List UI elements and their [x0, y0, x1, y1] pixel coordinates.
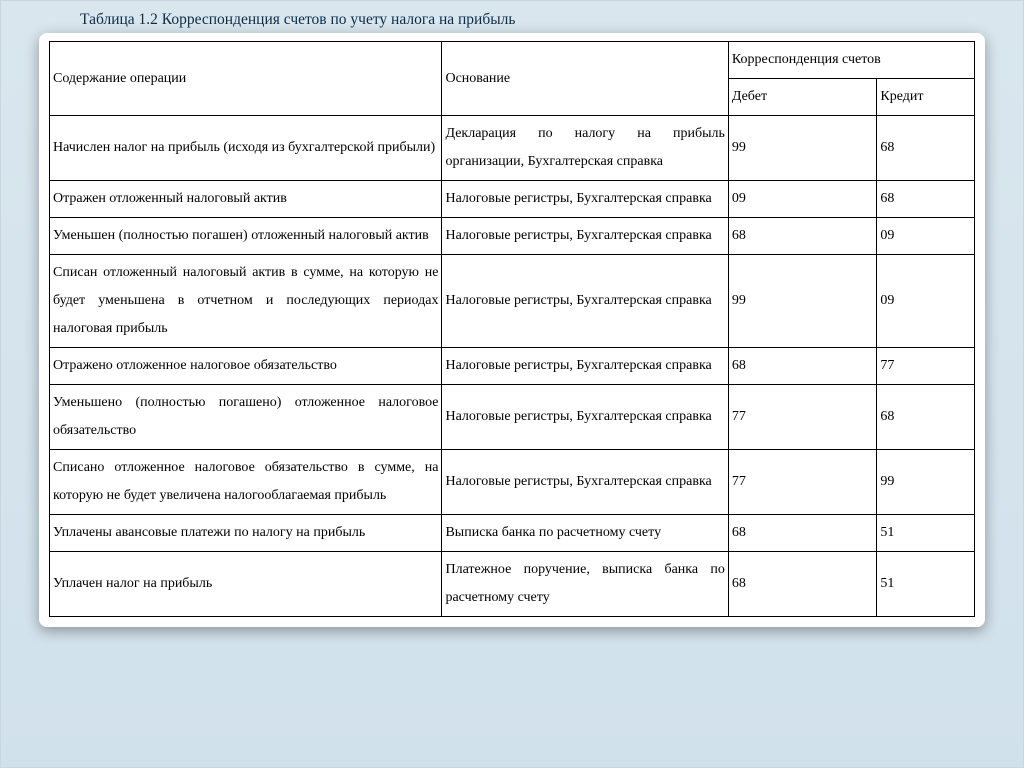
cell-basis: Налоговые регистры, Бухгалтерская справк…	[442, 385, 728, 450]
cell-credit: 68	[877, 181, 975, 218]
content-card: Содержание операции Основание Корреспонд…	[39, 33, 985, 627]
table-row: Отражено отложенное налоговое обязательс…	[50, 348, 975, 385]
cell-debit: 77	[728, 385, 877, 450]
cell-debit: 68	[728, 348, 877, 385]
cell-credit: 51	[877, 515, 975, 552]
header-operation: Содержание операции	[50, 42, 442, 116]
cell-operation: Уплачен налог на прибыль	[50, 552, 442, 617]
cell-basis: Налоговые регистры, Бухгалтерская справк…	[442, 348, 728, 385]
cell-basis: Налоговые регистры, Бухгалтерская справк…	[442, 450, 728, 515]
table-row: Уплачены авансовые платежи по налогу на …	[50, 515, 975, 552]
cell-debit: 68	[728, 218, 877, 255]
cell-operation: Начислен налог на прибыль (исходя из бух…	[50, 116, 442, 181]
cell-credit: 51	[877, 552, 975, 617]
cell-operation: Уплачены авансовые платежи по налогу на …	[50, 515, 442, 552]
correspondence-table: Содержание операции Основание Корреспонд…	[49, 41, 975, 617]
cell-basis: Налоговые регистры, Бухгалтерская справк…	[442, 218, 728, 255]
cell-credit: 77	[877, 348, 975, 385]
cell-operation: Отражен отложенный налоговый актив	[50, 181, 442, 218]
cell-credit: 68	[877, 116, 975, 181]
cell-basis: Декларация по налогу на прибыль организа…	[442, 116, 728, 181]
cell-operation: Уменьшено (полностью погашено) отложенно…	[50, 385, 442, 450]
table-row: Списан отложенный налоговый актив в сумм…	[50, 255, 975, 348]
cell-operation: Отражено отложенное налоговое обязательс…	[50, 348, 442, 385]
header-basis: Основание	[442, 42, 728, 116]
header-correspondence: Корреспонденция счетов	[728, 42, 974, 79]
cell-operation: Уменьшен (полностью погашен) отложенный …	[50, 218, 442, 255]
table-row: Уплачен налог на прибыль Платежное поруч…	[50, 552, 975, 617]
cell-operation: Списано отложенное налоговое обязательст…	[50, 450, 442, 515]
header-credit: Кредит	[877, 79, 975, 116]
cell-basis: Налоговые регистры, Бухгалтерская справк…	[442, 181, 728, 218]
table-row: Отражен отложенный налоговый актив Налог…	[50, 181, 975, 218]
cell-credit: 68	[877, 385, 975, 450]
cell-operation: Списан отложенный налоговый актив в сумм…	[50, 255, 442, 348]
cell-basis: Платежное поручение, выписка банка по ра…	[442, 552, 728, 617]
table-row: Уменьшен (полностью погашен) отложенный …	[50, 218, 975, 255]
cell-credit: 09	[877, 218, 975, 255]
header-debit: Дебет	[728, 79, 877, 116]
cell-credit: 99	[877, 450, 975, 515]
table-row: Уменьшено (полностью погашено) отложенно…	[50, 385, 975, 450]
cell-debit: 99	[728, 255, 877, 348]
cell-debit: 99	[728, 116, 877, 181]
table-title: Таблица 1.2 Корреспонденция счетов по уч…	[80, 11, 1009, 29]
cell-basis: Выписка банка по расчетному счету	[442, 515, 728, 552]
table-row: Списано отложенное налоговое обязательст…	[50, 450, 975, 515]
cell-debit: 68	[728, 515, 877, 552]
cell-debit: 09	[728, 181, 877, 218]
cell-debit: 68	[728, 552, 877, 617]
cell-debit: 77	[728, 450, 877, 515]
page: Таблица 1.2 Корреспонденция счетов по уч…	[0, 0, 1024, 768]
cell-basis: Налоговые регистры, Бухгалтерская справк…	[442, 255, 728, 348]
cell-credit: 09	[877, 255, 975, 348]
table-row: Начислен налог на прибыль (исходя из бух…	[50, 116, 975, 181]
